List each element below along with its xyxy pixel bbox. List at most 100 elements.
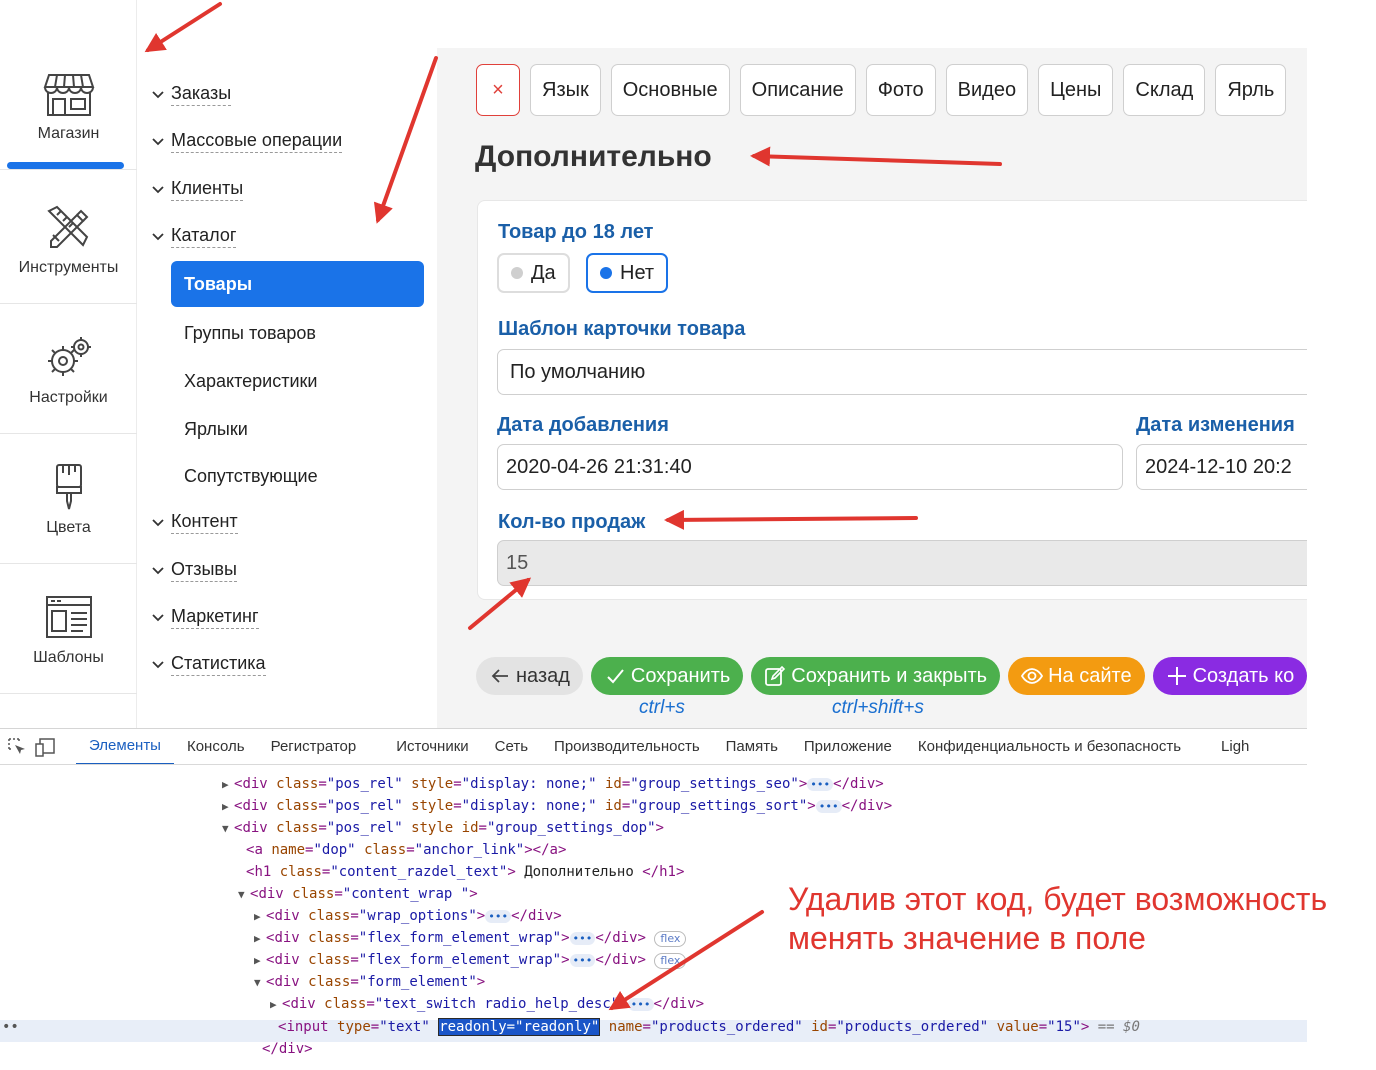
adult-label: Товар до 18 лет [498,221,654,243]
menu-item-clients[interactable]: Клиенты [151,174,244,204]
dom-node-selected[interactable]: <input type="text" readonly="readonly" n… [278,1016,1140,1038]
dom-node[interactable]: ▶ <div class="flex_form_element_wrap"> •••… [254,949,687,972]
dom-node[interactable]: <h1 class="content_razdel_text"> Дополни… [246,861,684,883]
dom-node[interactable]: ▼ <div class="form_element"> [254,971,485,993]
menu-item-stats[interactable]: Статистика [151,649,266,679]
rail-label-settings: Настройки [29,388,108,406]
expand-triangle-icon[interactable]: ▶ [254,928,266,950]
dom-node[interactable]: ▶ <div class="wrap_options"> ••• </div> [254,905,562,927]
inspect-element-icon[interactable] [6,736,28,758]
dom-node[interactable]: ▼ <div class="pos_rel" style id="group_se… [222,817,664,839]
menu-item-labels[interactable]: Ярлыки [184,414,248,444]
collapse-triangle-icon[interactable]: ▼ [238,884,250,906]
rail-item-colors[interactable]: Цвета [0,434,137,564]
sales-count-field[interactable]: 15 [497,540,1307,586]
menu-item-marketing[interactable]: Маркетинг [151,602,259,632]
menu-label: Массовые операции [171,130,343,153]
dom-node[interactable]: ▼ <div class="content_wrap "> [238,883,478,905]
flex-badge[interactable]: flex [654,931,687,947]
settings-card: Товар до 18 лет Да Нет Шаблон карточки т… [477,200,1307,600]
collapse-triangle-icon[interactable]: ▼ [254,972,266,994]
radio-dot [600,267,612,279]
flex-badge[interactable]: flex [654,953,687,969]
template-select[interactable]: По умолчанию [497,349,1307,395]
dom-node[interactable]: <a name="dop" class="anchor_link"></a> [246,839,566,861]
date-added-field[interactable]: 2020-04-26 21:31:40 [497,444,1123,490]
menu-item-content[interactable]: Контент [151,507,238,537]
chevron-down-icon [152,186,164,194]
date-added-label: Дата добавления [497,414,669,436]
icon-rail: Магазин Инструменты Настройки Цвета Шабл… [0,0,137,728]
expand-triangle-icon[interactable]: ▶ [254,906,266,928]
rail-label-templates: Шаблоны [33,648,104,666]
rail-item-templates[interactable]: Шаблоны [0,564,137,694]
chevron-down-icon [152,661,164,669]
devtools-tab-sources[interactable]: Источники [383,729,481,764]
back-button[interactable]: назад [476,657,583,695]
menu-item-features[interactable]: Характеристики [184,366,317,396]
chevron-down-icon [152,567,164,575]
menu-item-reviews[interactable]: Отзывы [151,555,237,585]
tab-video[interactable]: Видео [945,64,1029,116]
menu-item-orders[interactable]: Заказы [151,79,232,109]
devtools-tab-performance[interactable]: Производительность [541,729,713,764]
devtools-tab-privacy[interactable]: Конфиденциальность и безопасность [905,729,1194,764]
annotation-line-1: Удалив этот код, будет возможность [788,881,1328,917]
collapsed-dots: ••• [815,800,842,813]
devtools-tab-elements[interactable]: Элементы [76,729,174,764]
tab-labels[interactable]: Ярль [1215,64,1287,116]
dom-node[interactable]: </div> [262,1038,313,1060]
plus-icon [1167,667,1186,685]
create-button[interactable]: Создать ко [1152,657,1307,695]
arrow-left-icon [491,669,508,683]
tab-photo[interactable]: Фото [865,64,936,116]
devtools-tab-console[interactable]: Консоль [174,729,258,764]
save-close-button[interactable]: Сохранить и закрыть [751,657,1001,695]
dom-node[interactable]: ▶ <div class="flex_form_element_wrap"> •••… [254,927,687,950]
menu-item-related[interactable]: Сопутствующие [184,461,318,491]
rail-item-tools[interactable]: Инструменты [0,174,137,304]
adult-yes-radio[interactable]: Да [497,253,570,293]
expand-triangle-icon[interactable]: ▶ [222,774,234,796]
view-on-site-button[interactable]: На сайте [1008,657,1145,695]
tab-language[interactable]: Язык [530,64,601,116]
devtools-tab-memory[interactable]: Память [713,729,791,764]
menu-item-products[interactable]: Товары [171,261,424,307]
template-label: Шаблон карточки товара [498,318,746,340]
tab-description[interactable]: Описание [739,64,856,116]
menu-item-groups[interactable]: Группы товаров [184,318,316,348]
menu-item-catalog[interactable]: Каталог [151,221,237,251]
rail-label-shop: Магазин [37,124,100,142]
date-changed-field[interactable]: 2024-12-10 20:2 [1136,444,1307,490]
devtools-tab-lighthouse[interactable]: Ligh [1208,729,1262,764]
devtools-tab-application[interactable]: Приложение [791,729,905,764]
tab-prices[interactable]: Цены [1038,64,1114,116]
dom-node[interactable]: ▶ <div class="pos_rel" style="display: no… [222,773,884,795]
collapse-triangle-icon[interactable]: ▼ [222,818,234,840]
tab-stock[interactable]: Склад [1123,64,1206,116]
create-label: Создать ко [1192,664,1295,687]
devtools-tab-network[interactable]: Сеть [482,729,541,764]
collapsed-dots: ••• [569,954,596,967]
chevron-down-icon [152,519,164,527]
tab-main[interactable]: Основные [610,64,730,116]
dom-node[interactable]: ▶ <div class="text_switch radio_help_desc… [270,993,704,1015]
save-label: Сохранить [630,664,731,687]
menu-label: Клиенты [171,178,244,201]
devtools-tab-recorder[interactable]: Регистратор [258,729,370,764]
readonly-attribute[interactable]: readonly="readonly" [438,1018,601,1036]
expand-triangle-icon[interactable]: ▶ [254,950,266,972]
dom-node[interactable]: ▶ <div class="pos_rel" style="display: no… [222,795,892,817]
rail-label-tools: Инструменты [18,258,119,276]
close-button[interactable]: × [476,64,520,116]
chevron-down-icon [152,138,164,146]
menu-item-bulk[interactable]: Массовые операции [151,126,343,156]
expand-triangle-icon[interactable]: ▶ [270,994,282,1016]
rail-item-settings[interactable]: Настройки [0,304,137,434]
rail-item-shop[interactable]: Магазин [0,40,137,170]
adult-no-radio[interactable]: Нет [586,253,669,293]
save-button[interactable]: Сохранить [590,657,744,695]
expand-triangle-icon[interactable]: ▶ [222,796,234,818]
eye-icon [1021,668,1044,684]
device-toggle-icon[interactable] [34,736,56,758]
